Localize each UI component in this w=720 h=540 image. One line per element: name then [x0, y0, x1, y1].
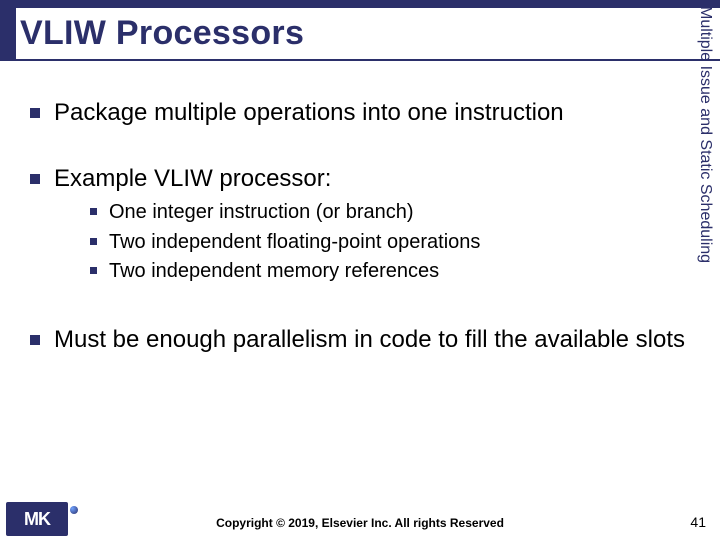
page-title: VLIW Processors: [20, 14, 304, 53]
square-bullet-icon: [90, 238, 97, 245]
bullet-lvl1: Example VLIW processor:: [30, 164, 690, 194]
publisher-logo: MK: [6, 502, 68, 536]
bullet-lvl1: Must be enough parallelism in code to fi…: [30, 325, 690, 355]
content-area: Package multiple operations into one ins…: [22, 80, 690, 470]
bullet-text: Two independent memory references: [109, 259, 439, 285]
square-bullet-icon: [90, 208, 97, 215]
bullet-text: Must be enough parallelism in code to fi…: [54, 325, 685, 355]
page-number: 41: [690, 514, 706, 530]
logo-dot-icon: [70, 506, 78, 514]
bullet-lvl2: Two independent memory references: [90, 259, 690, 285]
footer: MK Copyright © 2019, Elsevier Inc. All r…: [0, 512, 720, 540]
bullet-lvl1: Package multiple operations into one ins…: [30, 98, 690, 128]
square-bullet-icon: [30, 108, 40, 118]
section-side-label: Multiple Issue and Static Scheduling: [694, 0, 716, 300]
bullet-text: Two independent floating-point operation…: [109, 230, 480, 256]
header-divider: [0, 59, 720, 61]
bullet-lvl2: Two independent floating-point operation…: [90, 230, 690, 256]
square-bullet-icon: [30, 174, 40, 184]
bullet-text: Example VLIW processor:: [54, 164, 331, 194]
square-bullet-icon: [30, 335, 40, 345]
header-accent: [0, 8, 16, 59]
header-band: [0, 0, 720, 8]
slide: VLIW Processors Multiple Issue and Stati…: [0, 0, 720, 540]
copyright-text: Copyright © 2019, Elsevier Inc. All righ…: [216, 516, 504, 530]
square-bullet-icon: [90, 267, 97, 274]
bullet-text: Package multiple operations into one ins…: [54, 98, 564, 128]
bullet-lvl2: One integer instruction (or branch): [90, 200, 690, 226]
logo-text: MK: [24, 509, 50, 530]
sub-bullet-group: One integer instruction (or branch) Two …: [90, 200, 690, 285]
bullet-text: One integer instruction (or branch): [109, 200, 414, 226]
